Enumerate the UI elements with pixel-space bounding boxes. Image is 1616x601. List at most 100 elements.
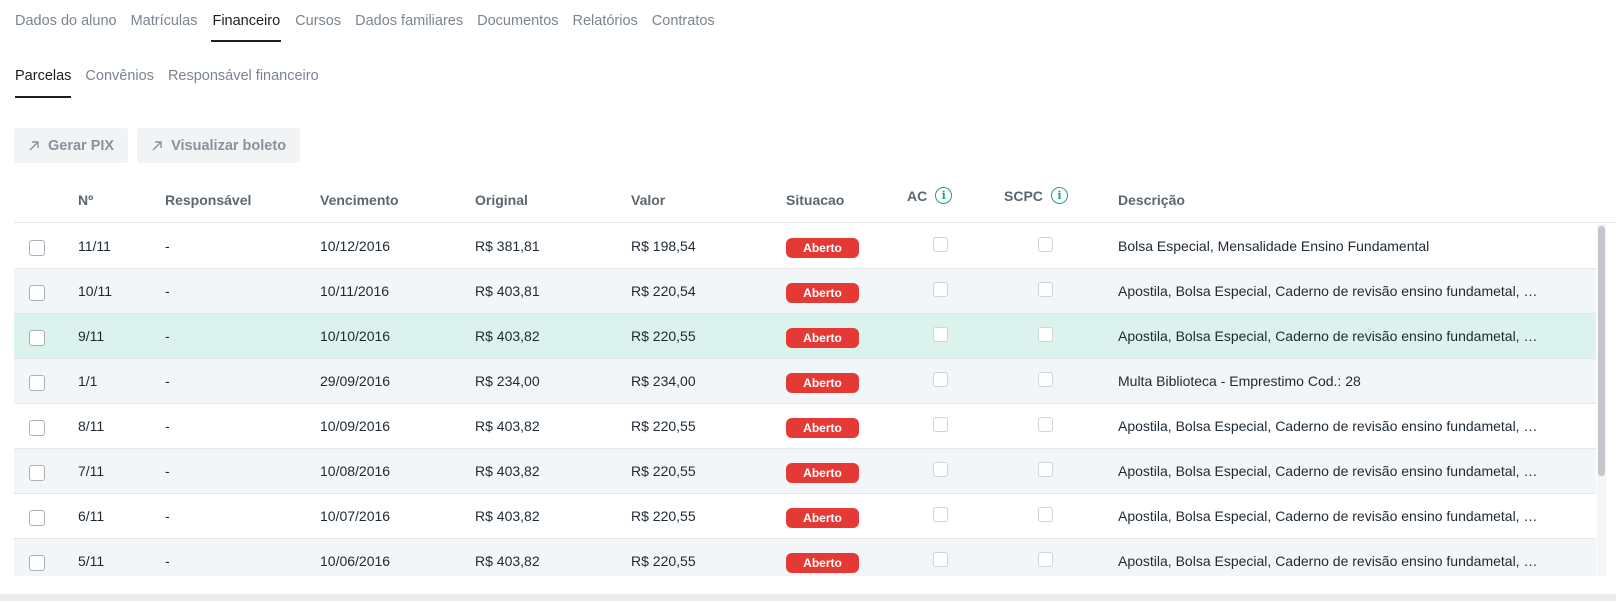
col-situacao[interactable]: Situacao [786, 192, 844, 208]
col-scpc-label[interactable]: SCPC [1004, 188, 1043, 204]
cell-valor: R$ 220,55 [631, 463, 696, 479]
ac-checkbox[interactable] [933, 237, 948, 252]
tab-matriculas[interactable]: Matrículas [131, 0, 198, 42]
scpc-checkbox[interactable] [1038, 282, 1053, 297]
visualizar-boleto-label: Visualizar boleto [171, 137, 287, 154]
gerar-pix-button[interactable]: Gerar PIX [14, 128, 129, 163]
cell-responsavel: - [165, 328, 170, 344]
col-numero[interactable]: Nº [78, 192, 93, 208]
tab-dados-familiares[interactable]: Dados familiares [355, 0, 463, 42]
row-checkbox[interactable] [29, 330, 45, 346]
cell-descricao: Apostila, Bolsa Especial, Caderno de rev… [1118, 283, 1546, 299]
cell-valor: R$ 220,55 [631, 418, 696, 434]
status-badge: Aberto [786, 508, 859, 528]
tab-dados-do-aluno[interactable]: Dados do aluno [15, 0, 117, 42]
visualizar-boleto-button[interactable]: Visualizar boleto [137, 128, 301, 163]
scpc-checkbox[interactable] [1038, 372, 1053, 387]
gerar-pix-label: Gerar PIX [48, 137, 115, 154]
cell-descricao: Apostila, Bolsa Especial, Caderno de rev… [1118, 508, 1546, 524]
table-row[interactable]: 7/11 - 10/08/2016 R$ 403,82 R$ 220,55 Aberto A… [14, 449, 1596, 494]
col-ac-label[interactable]: AC [907, 188, 927, 204]
cell-original: R$ 381,81 [475, 238, 540, 254]
tab-relatorios[interactable]: Relatórios [573, 0, 638, 42]
scpc-checkbox[interactable] [1038, 552, 1053, 567]
status-badge: Aberto [786, 553, 859, 573]
cell-numero: 5/11 [78, 553, 105, 569]
cell-vencimento: 10/07/2016 [320, 508, 391, 524]
status-badge: Aberto [786, 418, 859, 438]
status-badge: Aberto [786, 328, 859, 348]
status-badge: Aberto [786, 463, 859, 483]
cell-valor: R$ 220,55 [631, 328, 696, 344]
scrollbar-thumb[interactable] [1598, 226, 1605, 476]
table-row[interactable]: 5/11 - 10/06/2016 R$ 403,82 R$ 220,55 Aberto A… [14, 539, 1596, 576]
row-checkbox[interactable] [29, 510, 45, 526]
cell-numero: 9/11 [78, 328, 105, 344]
cell-original: R$ 403,82 [475, 418, 540, 434]
table-row[interactable]: 10/11 - 10/11/2016 R$ 403,81 R$ 220,54 Aberto… [14, 269, 1596, 314]
col-ac: AC i [907, 187, 953, 204]
status-badge: Aberto [786, 283, 859, 303]
ac-checkbox[interactable] [933, 462, 948, 477]
col-valor[interactable]: Valor [631, 192, 665, 208]
ac-checkbox[interactable] [933, 327, 948, 342]
tab-financeiro[interactable]: Financeiro [211, 0, 282, 42]
row-checkbox[interactable] [29, 465, 45, 481]
ac-checkbox[interactable] [933, 372, 948, 387]
subtab-responsavel-financeiro[interactable]: Responsável financeiro [168, 66, 319, 98]
cell-responsavel: - [165, 418, 170, 434]
row-checkbox[interactable] [29, 555, 45, 571]
scpc-checkbox[interactable] [1038, 507, 1053, 522]
cell-original: R$ 403,82 [475, 328, 540, 344]
cell-valor: R$ 220,55 [631, 553, 696, 569]
cell-vencimento: 10/12/2016 [320, 238, 391, 254]
parcelas-table: Nº Responsável Vencimento Original Valor… [14, 176, 1616, 576]
table-body: 11/11 - 10/12/2016 R$ 381,81 R$ 198,54 Aberto… [14, 224, 1596, 576]
action-bar: Gerar PIX Visualizar boleto [14, 128, 301, 163]
info-icon[interactable]: i [935, 187, 953, 204]
subtab-convenios[interactable]: Convênios [85, 66, 154, 98]
table-row[interactable]: 6/11 - 10/07/2016 R$ 403,82 R$ 220,55 Aberto A… [14, 494, 1596, 539]
ac-checkbox[interactable] [933, 417, 948, 432]
cell-numero: 11/11 [78, 238, 111, 254]
row-checkbox[interactable] [29, 375, 45, 391]
tab-contratos[interactable]: Contratos [652, 0, 715, 42]
info-icon[interactable]: i [1050, 187, 1068, 204]
cell-vencimento: 10/08/2016 [320, 463, 391, 479]
tab-documentos[interactable]: Documentos [477, 0, 558, 42]
row-checkbox[interactable] [29, 240, 45, 256]
scpc-checkbox[interactable] [1038, 327, 1053, 342]
table-row[interactable]: 8/11 - 10/09/2016 R$ 403,82 R$ 220,55 Aberto A… [14, 404, 1596, 449]
cell-valor: R$ 220,54 [631, 283, 696, 299]
table-row[interactable]: 11/11 - 10/12/2016 R$ 381,81 R$ 198,54 Aberto… [14, 224, 1596, 269]
ac-checkbox[interactable] [933, 282, 948, 297]
cell-descricao: Multa Biblioteca - Emprestimo Cod.: 28 [1118, 373, 1361, 389]
cell-responsavel: - [165, 283, 170, 299]
col-responsavel[interactable]: Responsável [165, 192, 251, 208]
bottom-scrollbar[interactable] [0, 594, 1616, 601]
ac-checkbox[interactable] [933, 507, 948, 522]
cell-original: R$ 403,82 [475, 463, 540, 479]
table-row[interactable]: 9/11 - 10/10/2016 R$ 403,82 R$ 220,55 Aberto A… [14, 314, 1596, 359]
cell-descricao: Apostila, Bolsa Especial, Caderno de rev… [1118, 418, 1546, 434]
scpc-checkbox[interactable] [1038, 237, 1053, 252]
col-descricao[interactable]: Descrição [1118, 192, 1185, 208]
table-header: Nº Responsável Vencimento Original Valor… [14, 176, 1616, 223]
table-row[interactable]: 1/1 - 29/09/2016 R$ 234,00 R$ 234,00 Aberto Mu… [14, 359, 1596, 404]
status-badge: Aberto [786, 238, 859, 258]
tab-cursos[interactable]: Cursos [295, 0, 341, 42]
ac-checkbox[interactable] [933, 552, 948, 567]
cell-original: R$ 403,81 [475, 283, 540, 299]
row-checkbox[interactable] [29, 420, 45, 436]
col-scpc: SCPC i [1004, 187, 1068, 204]
cell-vencimento: 10/06/2016 [320, 553, 391, 569]
cell-vencimento: 29/09/2016 [320, 373, 391, 389]
col-vencimento[interactable]: Vencimento [320, 192, 399, 208]
cell-descricao: Bolsa Especial, Mensalidade Ensino Funda… [1118, 238, 1430, 254]
scpc-checkbox[interactable] [1038, 417, 1053, 432]
row-checkbox[interactable] [29, 285, 45, 301]
cell-vencimento: 10/09/2016 [320, 418, 391, 434]
col-original[interactable]: Original [475, 192, 528, 208]
scpc-checkbox[interactable] [1038, 462, 1053, 477]
subtab-parcelas[interactable]: Parcelas [15, 66, 72, 98]
